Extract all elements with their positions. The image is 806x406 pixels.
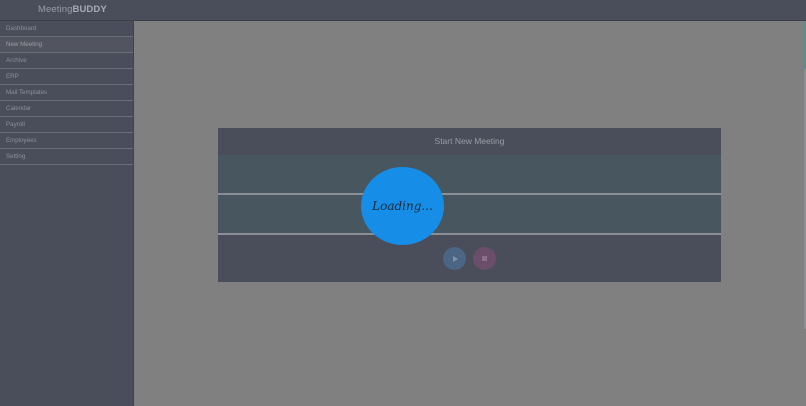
brand-light: Meeting <box>38 4 73 15</box>
modal-title: Start New Meeting <box>434 136 505 146</box>
divider <box>218 233 721 235</box>
sidebar-item-new-meeting[interactable]: New Meeting <box>0 37 133 53</box>
meeting-panel-top <box>218 155 721 193</box>
loading-text: Loading... <box>372 199 433 213</box>
stop-button[interactable] <box>473 247 496 270</box>
sidebar-item-setting[interactable]: Setting <box>0 149 133 165</box>
play-icon <box>453 255 458 262</box>
sidebar-item-payroll[interactable]: Payroll <box>0 117 133 133</box>
loading-spinner: Loading... <box>361 167 444 245</box>
sidebar-item-erp[interactable]: ERP <box>0 69 133 85</box>
stop-icon <box>482 256 487 261</box>
meeting-panel-bottom <box>218 195 721 233</box>
sidebar-item-dashboard[interactable]: Dashboard <box>0 21 133 37</box>
sidebar-item-mail-templates[interactable]: Mail Templates <box>0 85 133 101</box>
top-bar: MeetingBUDDY <box>0 0 806 21</box>
sidebar-item-calendar[interactable]: Calendar <box>0 101 133 117</box>
sidebar-item-employees[interactable]: Employees <box>0 133 133 149</box>
app-logo[interactable]: MeetingBUDDY <box>38 4 107 15</box>
sidebar-item-archive[interactable]: Archive <box>0 53 133 69</box>
sidebar: Dashboard New Meeting Archive ERP Mail T… <box>0 21 134 406</box>
start-meeting-modal: Start New Meeting <box>218 128 721 282</box>
brand-bold: BUDDY <box>72 4 107 15</box>
play-button[interactable] <box>443 247 466 270</box>
